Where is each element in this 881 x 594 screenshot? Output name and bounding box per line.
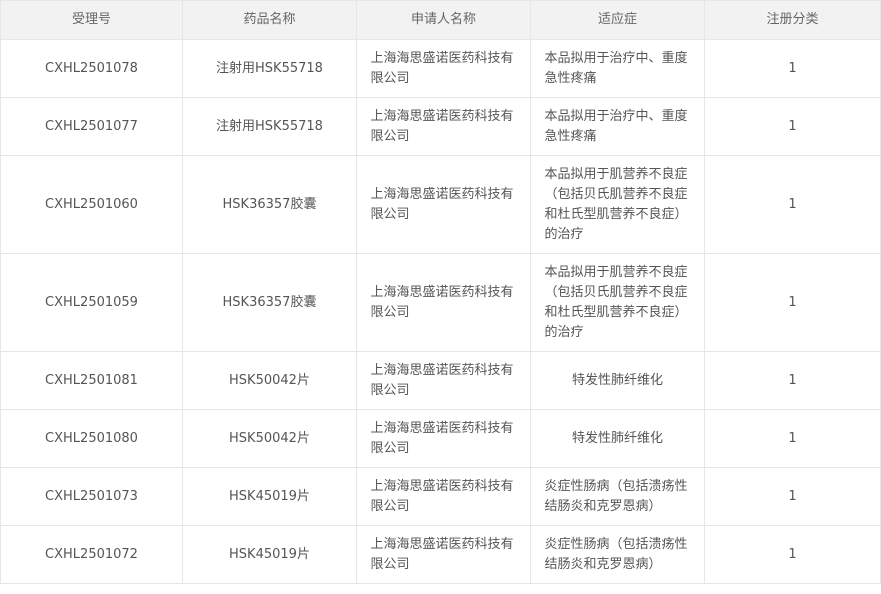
cell-drug-name: 注射用HSK55718	[182, 39, 357, 98]
table-row: CXHL2501073 HSK45019片 上海海思盛诺医药科技有限公司 炎症性…	[0, 467, 881, 526]
cell-drug-name: HSK45019片	[182, 467, 357, 526]
cell-indication: 特发性肺纤维化	[530, 351, 705, 410]
applicant-text: 上海海思盛诺医药科技有限公司	[370, 536, 514, 572]
cell-acceptance-no: CXHL2501080	[0, 409, 183, 468]
cell-acceptance-no: CXHL2501073	[0, 467, 183, 526]
cell-applicant-name: 上海海思盛诺医药科技有限公司	[356, 351, 531, 410]
cell-drug-name: HSK45019片	[182, 525, 357, 584]
cell-acceptance-no: CXHL2501059	[0, 253, 183, 352]
table-row: CXHL2501078 注射用HSK55718 上海海思盛诺医药科技有限公司 本…	[0, 39, 881, 98]
indication-text: 本品拟用于肌营养不良症（包括贝氏肌营养不良症和杜氏型肌营养不良症）的治疗	[544, 166, 688, 242]
applicant-text: 上海海思盛诺医药科技有限公司	[370, 50, 514, 86]
cell-applicant-name: 上海海思盛诺医药科技有限公司	[356, 97, 531, 156]
table-row: CXHL2501080 HSK50042片 上海海思盛诺医药科技有限公司 特发性…	[0, 409, 881, 468]
table-row: CXHL2501059 HSK36357胶囊 上海海思盛诺医药科技有限公司 本品…	[0, 253, 881, 352]
cell-acceptance-no: CXHL2501072	[0, 525, 183, 584]
cell-applicant-name: 上海海思盛诺医药科技有限公司	[356, 525, 531, 584]
table-row: CXHL2501072 HSK45019片 上海海思盛诺医药科技有限公司 炎症性…	[0, 525, 881, 584]
header-registration-category: 注册分类	[704, 0, 881, 40]
cell-registration-category: 1	[704, 351, 881, 410]
applicant-text: 上海海思盛诺医药科技有限公司	[370, 478, 514, 514]
cell-drug-name: HSK50042片	[182, 351, 357, 410]
cell-registration-category: 1	[704, 155, 881, 254]
indication-text: 本品拟用于肌营养不良症（包括贝氏肌营养不良症和杜氏型肌营养不良症）的治疗	[544, 264, 688, 340]
table-row: CXHL2501077 注射用HSK55718 上海海思盛诺医药科技有限公司 本…	[0, 97, 881, 156]
cell-applicant-name: 上海海思盛诺医药科技有限公司	[356, 253, 531, 352]
header-acceptance-no: 受理号	[0, 0, 183, 40]
indication-text: 本品拟用于治疗中、重度急性疼痛	[544, 108, 688, 144]
applicant-text: 上海海思盛诺医药科技有限公司	[370, 284, 514, 320]
table-row: CXHL2501081 HSK50042片 上海海思盛诺医药科技有限公司 特发性…	[0, 351, 881, 410]
table-header-row: 受理号 药品名称 申请人名称 适应症 注册分类	[0, 0, 881, 40]
cell-drug-name: 注射用HSK55718	[182, 97, 357, 156]
indication-text: 炎症性肠病（包括溃疡性结肠炎和克罗恩病）	[544, 478, 688, 514]
cell-registration-category: 1	[704, 467, 881, 526]
cell-drug-name: HSK36357胶囊	[182, 253, 357, 352]
cell-registration-category: 1	[704, 97, 881, 156]
cell-acceptance-no: CXHL2501078	[0, 39, 183, 98]
cell-registration-category: 1	[704, 253, 881, 352]
cell-indication: 本品拟用于肌营养不良症（包括贝氏肌营养不良症和杜氏型肌营养不良症）的治疗	[530, 155, 705, 254]
cell-acceptance-no: CXHL2501077	[0, 97, 183, 156]
cell-indication: 炎症性肠病（包括溃疡性结肠炎和克罗恩病）	[530, 467, 705, 526]
cell-applicant-name: 上海海思盛诺医药科技有限公司	[356, 409, 531, 468]
cell-indication: 炎症性肠病（包括溃疡性结肠炎和克罗恩病）	[530, 525, 705, 584]
cell-applicant-name: 上海海思盛诺医药科技有限公司	[356, 39, 531, 98]
indication-text: 特发性肺纤维化	[571, 372, 663, 388]
cell-acceptance-no: CXHL2501081	[0, 351, 183, 410]
applicant-text: 上海海思盛诺医药科技有限公司	[370, 186, 514, 222]
header-applicant-name: 申请人名称	[356, 0, 531, 40]
applicant-text: 上海海思盛诺医药科技有限公司	[370, 108, 514, 144]
cell-indication: 本品拟用于治疗中、重度急性疼痛	[530, 97, 705, 156]
cell-indication: 本品拟用于治疗中、重度急性疼痛	[530, 39, 705, 98]
header-indication: 适应症	[530, 0, 705, 40]
drug-registration-table: 受理号 药品名称 申请人名称 适应症 注册分类 CXHL2501078 注射用H…	[0, 0, 881, 584]
cell-registration-category: 1	[704, 525, 881, 584]
header-drug-name: 药品名称	[182, 0, 357, 40]
cell-registration-category: 1	[704, 409, 881, 468]
indication-text: 炎症性肠病（包括溃疡性结肠炎和克罗恩病）	[544, 536, 688, 572]
cell-applicant-name: 上海海思盛诺医药科技有限公司	[356, 467, 531, 526]
applicant-text: 上海海思盛诺医药科技有限公司	[370, 362, 514, 398]
cell-registration-category: 1	[704, 39, 881, 98]
indication-text: 本品拟用于治疗中、重度急性疼痛	[544, 50, 688, 86]
cell-indication: 本品拟用于肌营养不良症（包括贝氏肌营养不良症和杜氏型肌营养不良症）的治疗	[530, 253, 705, 352]
cell-applicant-name: 上海海思盛诺医药科技有限公司	[356, 155, 531, 254]
applicant-text: 上海海思盛诺医药科技有限公司	[370, 420, 514, 456]
cell-acceptance-no: CXHL2501060	[0, 155, 183, 254]
cell-drug-name: HSK50042片	[182, 409, 357, 468]
table-row: CXHL2501060 HSK36357胶囊 上海海思盛诺医药科技有限公司 本品…	[0, 155, 881, 254]
indication-text: 特发性肺纤维化	[571, 430, 663, 446]
cell-drug-name: HSK36357胶囊	[182, 155, 357, 254]
cell-indication: 特发性肺纤维化	[530, 409, 705, 468]
